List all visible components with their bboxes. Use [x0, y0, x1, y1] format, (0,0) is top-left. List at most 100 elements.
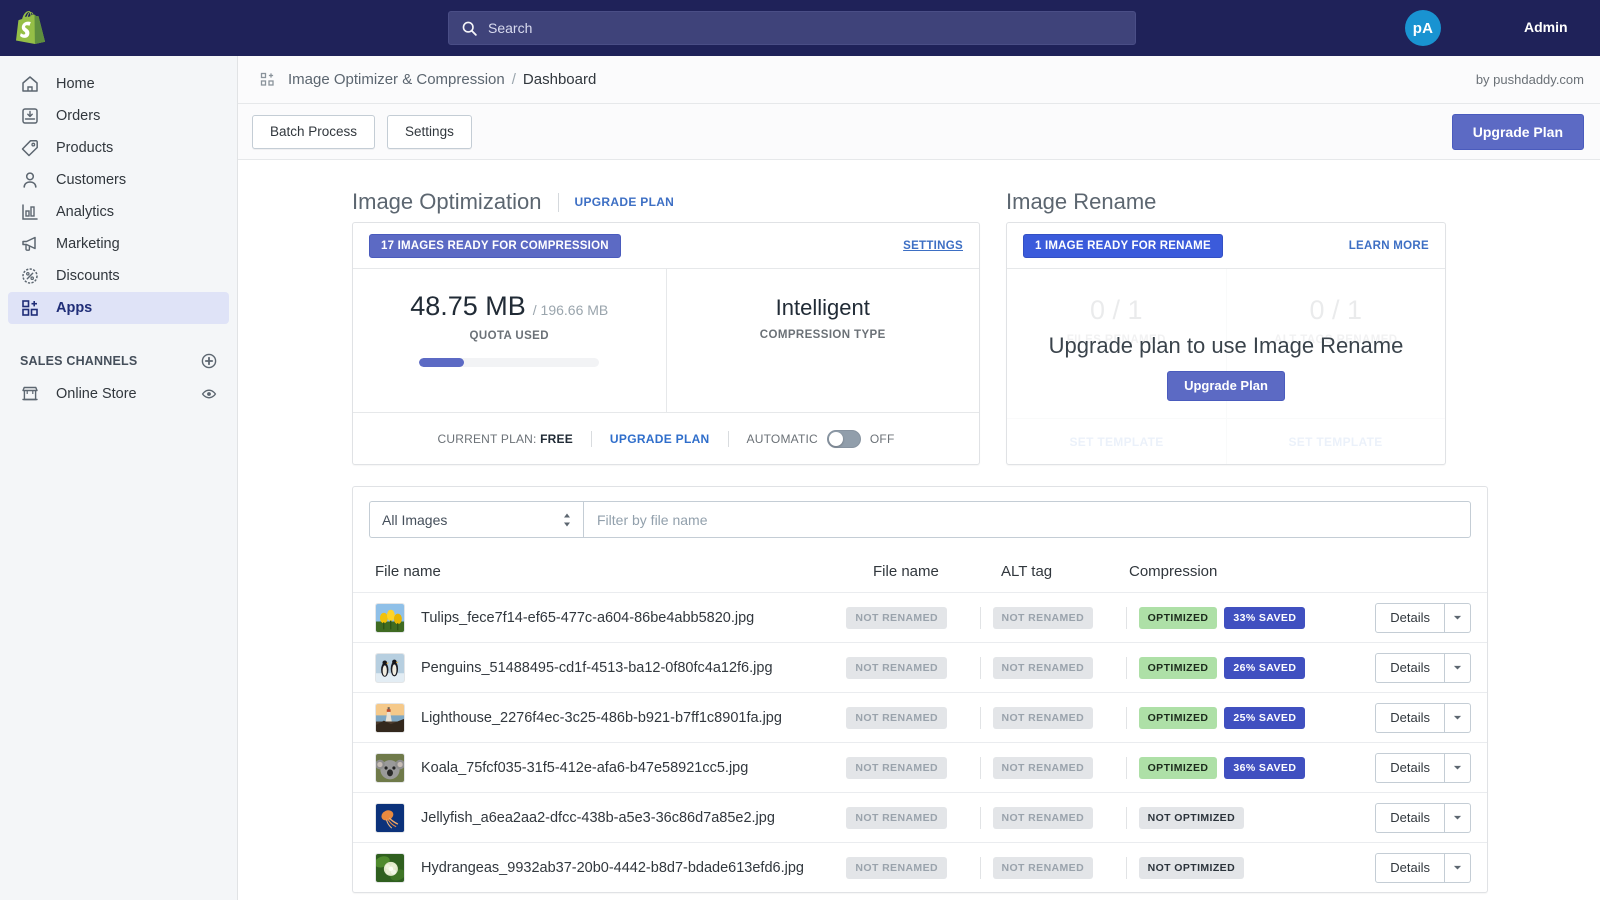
sidebar-item-customers[interactable]: Customers — [8, 164, 229, 196]
file-name-text: Tulips_fece7f14-ef65-477c-a604-86be4abb5… — [421, 609, 755, 626]
optimization-card: 17 IMAGES READY FOR COMPRESSION SETTINGS… — [352, 222, 980, 465]
chevron-down-icon[interactable] — [1445, 602, 1471, 633]
divider — [979, 706, 981, 729]
orders-icon — [22, 108, 38, 124]
sidebar-item-label: Analytics — [56, 204, 115, 220]
column-header-compression: Compression — [1129, 562, 1218, 580]
sidebar-item-home[interactable]: Home — [8, 68, 229, 100]
divider — [979, 806, 981, 829]
sidebar-item-apps[interactable]: Apps — [8, 292, 229, 324]
sidebar-item-label: Apps — [56, 300, 93, 316]
upgrade-plan-button[interactable]: Upgrade Plan — [1451, 113, 1584, 150]
status-badge-file-rename: NOT RENAMED — [846, 806, 947, 829]
avatar[interactable]: pA — [1405, 10, 1441, 46]
cell-rename-status: NOT RENAMED — [846, 606, 967, 629]
rename-upgrade-plan-button[interactable]: Upgrade Plan — [1167, 370, 1285, 401]
learn-more-link[interactable]: LEARN MORE — [1349, 240, 1429, 252]
cell-compression: OPTIMIZED 33% SAVED — [1138, 606, 1376, 629]
chevron-down-icon[interactable] — [1445, 852, 1471, 883]
batch-process-button[interactable]: Batch Process — [252, 114, 376, 149]
divider — [1125, 856, 1127, 879]
status-badge-compression: OPTIMIZED — [1138, 756, 1218, 779]
optimization-card-header: 17 IMAGES READY FOR COMPRESSION SETTINGS — [353, 223, 979, 269]
optimization-settings-link[interactable]: SETTINGS — [903, 240, 963, 252]
quota-progress-bar — [419, 358, 600, 367]
chevron-down-icon[interactable] — [1445, 802, 1471, 833]
details-button[interactable]: Details — [1375, 852, 1445, 883]
sidebar-item-label: Customers — [56, 172, 127, 188]
sidebar-item-label: Orders — [56, 108, 101, 124]
status-badge-saved: 26% SAVED — [1224, 656, 1306, 679]
sidebar-item-products[interactable]: Products — [8, 132, 229, 164]
storefront-icon — [22, 386, 38, 401]
status-badge-compression: NOT OPTIMIZED — [1138, 806, 1245, 829]
automatic-toggle[interactable] — [826, 429, 861, 448]
breadcrumb-app-link[interactable]: Image Optimizer & Compression — [288, 71, 505, 88]
sidebar-item-analytics[interactable]: Analytics — [8, 196, 229, 228]
image-filter-select[interactable]: All Images — [369, 501, 583, 538]
automatic-state: OFF — [869, 431, 895, 446]
optimization-stats: 48.75 MB / 196.66 MB QUOTA USED Intellige… — [353, 269, 979, 412]
table-row: Koala_75fcf035-31f5-412e-afa6-b47e58921c… — [353, 742, 1487, 792]
file-name-text: Lighthouse_2276f4ec-3c25-486b-b921-b7ff1… — [421, 709, 782, 726]
image-rename-title: Image Rename — [1006, 189, 1157, 214]
details-button[interactable]: Details — [1375, 602, 1445, 633]
image-rename-header: Image Rename — [1006, 182, 1446, 222]
cell-actions: Details — [1375, 702, 1471, 733]
file-name-text: Penguins_51488495-cd1f-4513-ba12-0f80fc4… — [421, 659, 773, 676]
status-badge-alt-tag: NOT RENAMED — [992, 856, 1094, 879]
penguins-thumbnail — [375, 652, 405, 683]
quota-stat: 48.75 MB / 196.66 MB QUOTA USED — [353, 269, 666, 412]
cell-alt-status: NOT RENAMED — [992, 706, 1114, 729]
rename-ready-badge: 1 IMAGE READY FOR RENAME — [1023, 233, 1223, 258]
settings-button[interactable]: Settings — [387, 114, 472, 149]
discount-icon — [22, 268, 38, 284]
image-optimization-header: Image Optimization UPGRADE PLAN — [352, 182, 980, 222]
sidebar-item-online-store[interactable]: Online Store — [8, 378, 229, 410]
eye-icon[interactable] — [201, 386, 217, 402]
cell-file-name: Penguins_51488495-cd1f-4513-ba12-0f80fc4… — [369, 652, 846, 683]
sidebar-item-discounts[interactable]: Discounts — [8, 260, 229, 292]
divider — [979, 856, 981, 879]
chevron-down-icon[interactable] — [1445, 702, 1471, 733]
chevron-down-icon[interactable] — [1445, 652, 1471, 683]
shopify-logo[interactable] — [16, 11, 46, 45]
search-input[interactable] — [488, 13, 1088, 43]
jellyfish-thumbnail — [375, 802, 405, 833]
divider — [979, 656, 981, 679]
details-button[interactable]: Details — [1375, 702, 1445, 733]
sidebar-item-marketing[interactable]: Marketing — [8, 228, 229, 260]
hydrangeas-thumbnail — [375, 852, 405, 883]
panels-row: Image Optimization UPGRADE PLAN 17 IMAGE… — [238, 182, 1600, 465]
sidebar-item-orders[interactable]: Orders — [8, 100, 229, 132]
plus-circle-icon[interactable] — [201, 353, 217, 369]
sales-channels-header: SALES CHANNELS — [8, 346, 229, 376]
quota-progress-fill — [419, 358, 464, 367]
divider — [1125, 806, 1127, 829]
breadcrumb: Image Optimizer & Compression / Dashboar… — [238, 56, 1600, 104]
bar-chart-icon — [22, 204, 38, 220]
apps-icon — [22, 300, 38, 316]
app-vendor-label: by pushdaddy.com — [1475, 72, 1584, 87]
chevron-down-icon[interactable] — [1445, 752, 1471, 783]
cell-compression: OPTIMIZED 25% SAVED — [1138, 706, 1376, 729]
megaphone-icon — [22, 236, 36, 251]
details-button[interactable]: Details — [1375, 652, 1445, 683]
filter-by-file-name-input[interactable] — [583, 501, 1471, 538]
top-bar: pA Admin — [0, 0, 1600, 56]
status-badge-file-rename: NOT RENAMED — [846, 756, 947, 779]
divider — [979, 756, 981, 779]
table-row: Jellyfish_a6ea2aa2-dfcc-438b-a5e3-36c86d… — [353, 792, 1487, 842]
global-search[interactable] — [448, 11, 1136, 45]
optimization-upgrade-link[interactable]: UPGRADE PLAN — [575, 195, 675, 209]
status-badge-alt-tag: NOT RENAMED — [992, 706, 1094, 729]
cell-compression: NOT OPTIMIZED — [1138, 856, 1376, 879]
details-button-group: Details — [1375, 652, 1471, 683]
details-button[interactable]: Details — [1375, 802, 1445, 833]
status-badge-file-rename: NOT RENAMED — [846, 706, 947, 729]
footer-upgrade-plan-link[interactable]: UPGRADE PLAN — [610, 432, 710, 446]
chevron-updown-icon — [564, 513, 570, 527]
details-button[interactable]: Details — [1375, 752, 1445, 783]
status-badge-saved: 36% SAVED — [1224, 756, 1306, 779]
